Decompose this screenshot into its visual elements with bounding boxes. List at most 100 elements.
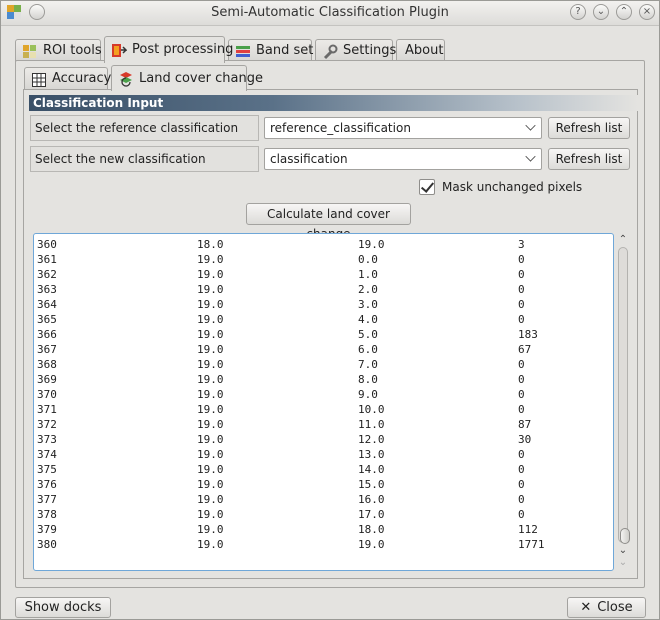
output-cell: 19.0 — [197, 493, 224, 506]
output-cell: 374 — [37, 448, 57, 461]
output-cell: 19.0 — [358, 538, 385, 551]
output-cell: 0 — [518, 388, 525, 401]
maximize-button[interactable]: ⌃ — [616, 4, 632, 20]
output-cell: 1771 — [518, 538, 545, 551]
output-cell: 19.0 — [197, 523, 224, 536]
tab-land-cover-change[interactable]: Land cover change — [111, 65, 263, 91]
window-title: Semi-Automatic Classification Plugin — [211, 5, 449, 20]
help-button[interactable]: ? — [570, 4, 586, 20]
output-cell: 0 — [518, 373, 525, 386]
scroll-thumb[interactable] — [620, 528, 630, 544]
output-cell: 0 — [518, 478, 525, 491]
output-cell: 0 — [518, 298, 525, 311]
show-docks-button[interactable]: Show docks — [15, 597, 111, 618]
output-cell: 0 — [518, 508, 525, 521]
output-cell: 363 — [37, 283, 57, 296]
plugin-window: Semi-Automatic Classification Plugin ? ⌄… — [0, 0, 660, 620]
output-cell: 14.0 — [358, 463, 385, 476]
chevron-down-icon — [525, 151, 536, 162]
output-cell: 19.0 — [197, 373, 224, 386]
output-cell: 19.0 — [197, 388, 224, 401]
output-cell: 7.0 — [358, 358, 378, 371]
output-cell: 3.0 — [358, 298, 378, 311]
output-cell: 18.0 — [197, 238, 224, 251]
close-button[interactable]: ✕ Close — [567, 597, 646, 618]
output-text-area[interactable]: 360 18.0 19.0 3 361 19.0 0.0 0 362 19.0 1.0 0 363 19.… — [33, 233, 614, 571]
output-cell: 371 — [37, 403, 57, 416]
output-cell: 19.0 — [197, 463, 224, 476]
output-cell: 19.0 — [197, 358, 224, 371]
output-cell: 11.0 — [358, 418, 385, 431]
combo-value: classification — [270, 152, 348, 166]
post-processing-icon — [111, 43, 128, 59]
land-cover-icon — [118, 71, 134, 87]
scroll-track[interactable] — [618, 247, 630, 544]
tab-band-set[interactable]: Band set — [228, 39, 314, 62]
combo-value: reference_classification — [270, 121, 411, 135]
minimize-button[interactable]: ⌄ — [593, 4, 609, 20]
reference-classification-combo[interactable]: reference_classification — [264, 117, 542, 139]
title-bar: Semi-Automatic Classification Plugin ? ⌄… — [1, 1, 659, 26]
tab-post-processing[interactable]: Post processing — [104, 36, 233, 63]
tab-label: ROI tools — [43, 43, 102, 58]
mask-unchanged-checkbox[interactable] — [419, 179, 435, 195]
output-cell: 369 — [37, 373, 57, 386]
output-cell: 13.0 — [358, 448, 385, 461]
output-cell: 376 — [37, 478, 57, 491]
output-cell: 17.0 — [358, 508, 385, 521]
output-cell: 368 — [37, 358, 57, 371]
output-cell: 19.0 — [197, 478, 224, 491]
output-cell: 372 — [37, 418, 57, 431]
output-cell: 183 — [518, 328, 538, 341]
output-cell: 375 — [37, 463, 57, 476]
tab-accuracy[interactable]: Accuracy — [24, 67, 112, 90]
output-cell: 19.0 — [197, 403, 224, 416]
output-cell: 5.0 — [358, 328, 378, 341]
scroll-down-icon[interactable]: ⌄ — [618, 546, 628, 556]
calculate-land-cover-change-button[interactable]: Calculate land cover change — [246, 203, 411, 241]
output-cell: 0 — [518, 448, 525, 461]
output-cell: 30 — [518, 433, 532, 446]
output-cell: 67 — [518, 343, 532, 356]
refresh-reference-button[interactable]: Refresh list — [548, 117, 630, 139]
output-cell: 360 — [37, 238, 57, 251]
tab-label: Band set — [256, 43, 314, 58]
output-scrollbar[interactable]: ⌃ ⌄ ⌄ — [616, 233, 630, 571]
wrench-icon — [322, 44, 338, 60]
tab-label: About — [405, 43, 444, 58]
roi-icon — [22, 44, 38, 60]
tab-roi-tools[interactable]: ROI tools — [15, 39, 102, 62]
tab-label: Post processing — [132, 42, 234, 57]
output-cell: 19.0 — [197, 283, 224, 296]
tab-settings[interactable]: Settings — [315, 39, 396, 62]
output-cell: 0 — [518, 403, 525, 416]
output-cell: 8.0 — [358, 373, 378, 386]
output-cell: 377 — [37, 493, 57, 506]
output-cell: 19.0 — [358, 238, 385, 251]
tab-label: Land cover change — [139, 71, 263, 86]
output-cell: 16.0 — [358, 493, 385, 506]
output-cell: 0 — [518, 253, 525, 266]
tab-label: Accuracy — [52, 71, 112, 86]
output-cell: 379 — [37, 523, 57, 536]
output-cell: 0 — [518, 268, 525, 281]
output-cell: 0 — [518, 283, 525, 296]
output-cell: 380 — [37, 538, 57, 551]
close-label: Close — [597, 600, 633, 615]
scroll-up-icon[interactable]: ⌃ — [618, 235, 628, 245]
classification-input-header: Classification Input — [29, 95, 638, 111]
output-cell: 362 — [37, 268, 57, 281]
refresh-new-button[interactable]: Refresh list — [548, 148, 630, 170]
tab-about[interactable]: About — [396, 39, 445, 62]
output-cell: 19.0 — [197, 433, 224, 446]
output-cell: 378 — [37, 508, 57, 521]
output-cell: 19.0 — [197, 343, 224, 356]
output-cell: 0 — [518, 358, 525, 371]
new-classification-label: Select the new classification — [30, 146, 259, 172]
close-window-button[interactable]: × — [639, 4, 655, 20]
output-cell: 6.0 — [358, 343, 378, 356]
chevron-down-icon — [525, 120, 536, 131]
new-classification-combo[interactable]: classification — [264, 148, 542, 170]
output-cell: 19.0 — [197, 298, 224, 311]
output-cell: 112 — [518, 523, 538, 536]
